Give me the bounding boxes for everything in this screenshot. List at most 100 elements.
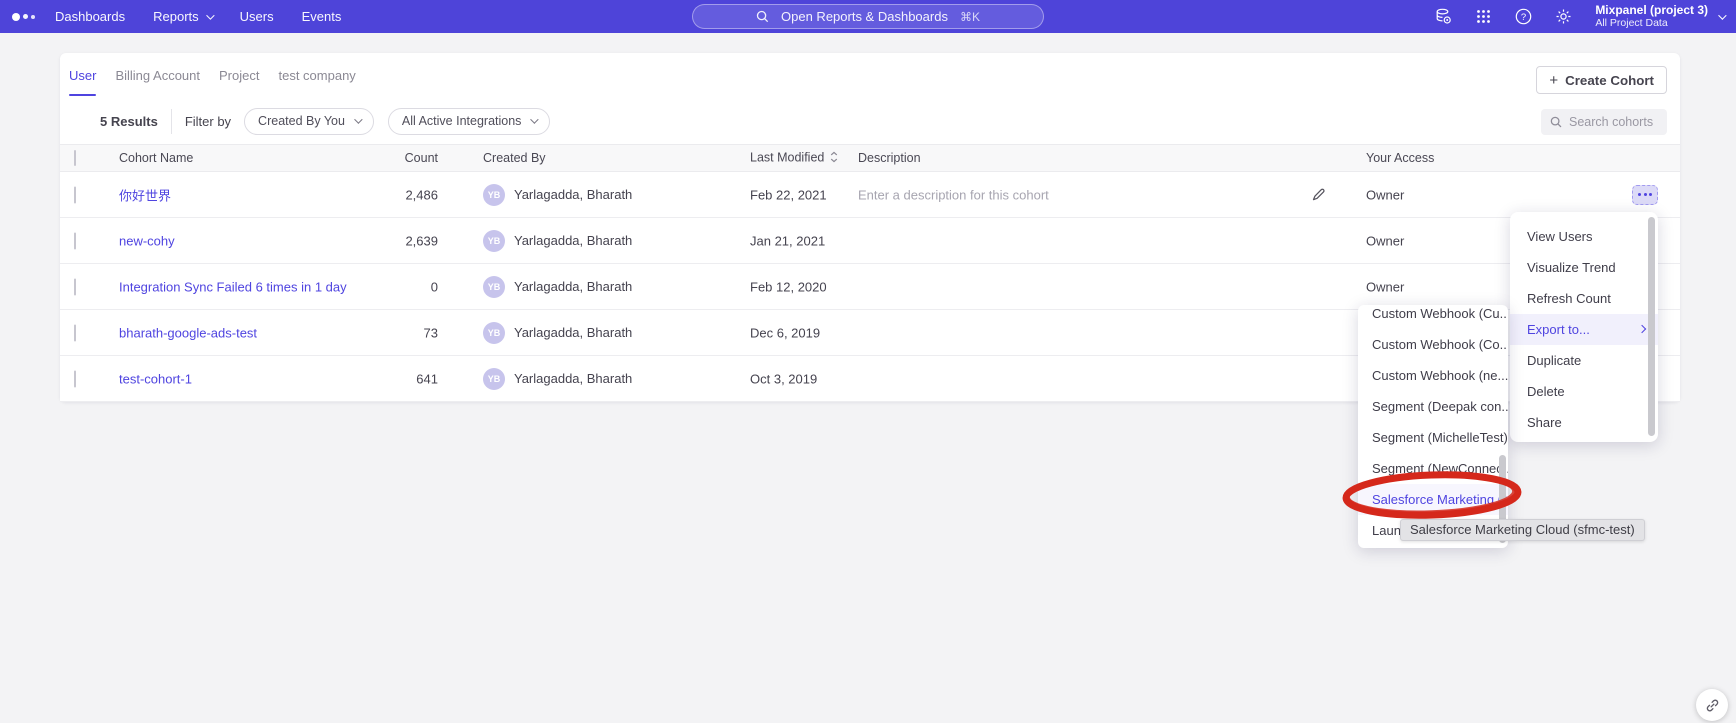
tab-user[interactable]: User <box>69 53 96 97</box>
svg-text:?: ? <box>1521 12 1526 23</box>
results-count: 5 Results <box>100 114 158 129</box>
integration-tooltip: Salesforce Marketing Cloud (sfmc-test) <box>1400 519 1645 541</box>
tab-billing-account[interactable]: Billing Account <box>115 53 200 97</box>
filter-by-label: Filter by <box>185 114 231 129</box>
row-actions-menu-button[interactable] <box>1632 185 1658 205</box>
menu-item-share[interactable]: Share <box>1510 407 1658 438</box>
project-switcher[interactable]: Mixpanel (project 3) All Project Data <box>1595 4 1724 29</box>
nav-users[interactable]: Users <box>240 9 274 24</box>
settings-gear-icon[interactable] <box>1555 8 1572 25</box>
avatar: YB <box>483 322 505 344</box>
integrations-filter-label: All Active Integrations <box>402 114 522 128</box>
last-modified-date: Dec 6, 2019 <box>750 325 820 340</box>
edit-description-pencil-icon[interactable] <box>1310 186 1328 204</box>
menu-item-export-to-label: Export to... <box>1527 322 1590 337</box>
last-modified-date: Oct 3, 2019 <box>750 371 817 386</box>
submenu-item-custom-webhook-2[interactable]: Custom Webhook (Co... <box>1358 329 1508 360</box>
nav-reports[interactable]: Reports <box>153 9 212 24</box>
header-last-modified[interactable]: Last Modified <box>750 151 838 166</box>
access-level: Owner <box>1366 187 1404 202</box>
nav-dashboards-label: Dashboards <box>55 9 125 24</box>
chevron-down-icon <box>531 115 539 123</box>
global-search-placeholder: Open Reports & Dashboards <box>781 9 948 24</box>
nav-dashboards[interactable]: Dashboards <box>55 9 125 24</box>
cohort-count: 73 <box>310 325 438 340</box>
search-cohorts-input[interactable]: Search cohorts <box>1541 109 1667 135</box>
created-by-name: Yarlagadda, Bharath <box>514 279 632 294</box>
created-by-name: Yarlagadda, Bharath <box>514 233 632 248</box>
cohort-name-link[interactable]: 你好世界 <box>119 185 171 204</box>
menu-item-duplicate[interactable]: Duplicate <box>1510 345 1658 376</box>
last-modified-date: Feb 12, 2020 <box>750 279 827 294</box>
mixpanel-logo[interactable] <box>12 13 35 21</box>
avatar: YB <box>483 184 505 206</box>
row-checkbox[interactable] <box>74 278 76 295</box>
table-row: 你好世界 2,486 YBYarlagadda, Bharath Feb 22,… <box>60 172 1680 218</box>
row-checkbox[interactable] <box>74 324 76 341</box>
nav-right: ? Mixpanel (project 3) All Project Data <box>1435 0 1724 33</box>
created-by-filter-label: Created By You <box>258 114 345 128</box>
header-description: Description <box>858 151 921 165</box>
menu-item-visualize-trend[interactable]: Visualize Trend <box>1510 252 1658 283</box>
submenu-item-custom-webhook-1[interactable]: Custom Webhook (Cu... <box>1358 305 1508 329</box>
project-name: Mixpanel (project 3) <box>1595 4 1708 17</box>
menu-item-delete[interactable]: Delete <box>1510 376 1658 407</box>
cohort-count: 0 <box>310 279 438 294</box>
submenu-item-salesforce-marketing-cloud[interactable]: Salesforce Marketing C... <box>1358 484 1508 515</box>
filter-row: 5 Results Filter by Created By You All A… <box>60 98 1680 144</box>
divider <box>171 109 172 134</box>
tab-project[interactable]: Project <box>219 53 259 97</box>
menu-item-refresh-count[interactable]: Refresh Count <box>1510 283 1658 314</box>
search-icon <box>1550 116 1562 128</box>
menu-item-export-to[interactable]: Export to... <box>1510 314 1658 345</box>
table-row: Integration Sync Failed 6 times in 1 day… <box>60 264 1680 310</box>
sort-icon <box>830 152 838 166</box>
search-icon <box>756 10 769 23</box>
menu-item-view-users[interactable]: View Users <box>1510 221 1658 252</box>
project-scope: All Project Data <box>1595 17 1708 29</box>
header-created-by: Created By <box>483 151 546 165</box>
nav-reports-label: Reports <box>153 9 199 24</box>
cohort-count: 2,486 <box>310 187 438 202</box>
header-cohort-name: Cohort Name <box>119 151 193 165</box>
data-management-icon[interactable] <box>1435 8 1452 25</box>
created-by-name: Yarlagadda, Bharath <box>514 187 632 202</box>
submenu-item-segment-newconnec[interactable]: Segment (NewConnec... <box>1358 453 1508 484</box>
submenu-item-segment-michelletest[interactable]: Segment (MichelleTest) <box>1358 422 1508 453</box>
nav-events[interactable]: Events <box>302 9 342 24</box>
global-search[interactable]: Open Reports & Dashboards ⌘K <box>692 4 1044 29</box>
submenu-item-segment-deepak[interactable]: Segment (Deepak con... <box>1358 391 1508 422</box>
share-link-button[interactable] <box>1696 689 1728 721</box>
header-count: Count <box>310 151 438 165</box>
chevron-down-icon <box>206 11 214 19</box>
cohort-name-link[interactable]: new-cohy <box>119 233 175 248</box>
created-by-filter[interactable]: Created By You <box>244 108 374 135</box>
select-all-checkbox[interactable] <box>74 150 76 166</box>
row-checkbox[interactable] <box>74 186 76 203</box>
search-cohorts-placeholder: Search cohorts <box>1569 115 1653 129</box>
row-checkbox[interactable] <box>74 232 76 249</box>
link-icon <box>1705 698 1720 713</box>
export-submenu-list: Custom Webhook (Cu... Custom Webhook (Co… <box>1358 305 1508 546</box>
create-cohort-button[interactable]: + Create Cohort <box>1536 66 1667 94</box>
cohort-count: 2,639 <box>310 233 438 248</box>
chevron-down-icon <box>354 115 362 123</box>
header-last-modified-label: Last Modified <box>750 151 824 165</box>
row-checkbox[interactable] <box>74 370 76 387</box>
cohort-count: 641 <box>310 371 438 386</box>
table-header: Cohort Name Count Created By Last Modifi… <box>60 144 1680 172</box>
menu-scrollbar[interactable] <box>1648 217 1655 436</box>
apps-grid-icon[interactable] <box>1475 8 1492 25</box>
nav-events-label: Events <box>302 9 342 24</box>
cohort-name-link[interactable]: test-cohort-1 <box>119 371 192 386</box>
avatar: YB <box>483 230 505 252</box>
help-icon[interactable]: ? <box>1515 8 1532 25</box>
tab-test-company[interactable]: test company <box>278 53 355 97</box>
last-modified-date: Jan 21, 2021 <box>750 233 825 248</box>
created-by-name: Yarlagadda, Bharath <box>514 325 632 340</box>
nav-links: Dashboards Reports Users Events <box>55 9 341 24</box>
cohort-name-link[interactable]: bharath-google-ads-test <box>119 325 257 340</box>
submenu-item-custom-webhook-3[interactable]: Custom Webhook (ne... <box>1358 360 1508 391</box>
description-field[interactable]: Enter a description for this cohort <box>858 187 1049 202</box>
integrations-filter[interactable]: All Active Integrations <box>388 108 551 135</box>
